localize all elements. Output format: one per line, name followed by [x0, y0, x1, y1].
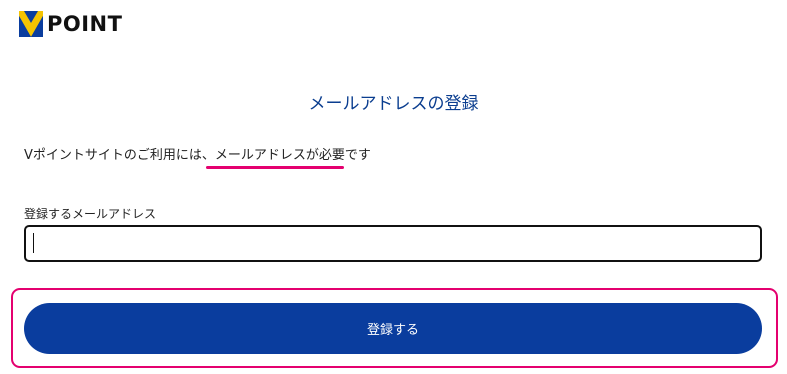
email-field[interactable] [24, 225, 762, 262]
page-title: メールアドレスの登録 [308, 94, 479, 114]
notice-highlight: メールアドレスが必要 [214, 148, 345, 163]
logo-text: POINT [47, 12, 123, 36]
notice-prefix: Vポイントサイトのご利用には、 [24, 148, 215, 163]
highlight-underline [206, 166, 344, 169]
v-point-logo[interactable]: POINT [19, 10, 122, 38]
email-field-label: 登録するメールアドレス [24, 207, 157, 221]
v-point-logo-icon [19, 11, 43, 37]
text-caret [33, 233, 34, 253]
register-button[interactable]: 登録する [24, 303, 762, 354]
notice-suffix: です [344, 148, 371, 163]
notice-text: Vポイントサイトのご利用には、メールアドレスが必要です [24, 146, 371, 166]
